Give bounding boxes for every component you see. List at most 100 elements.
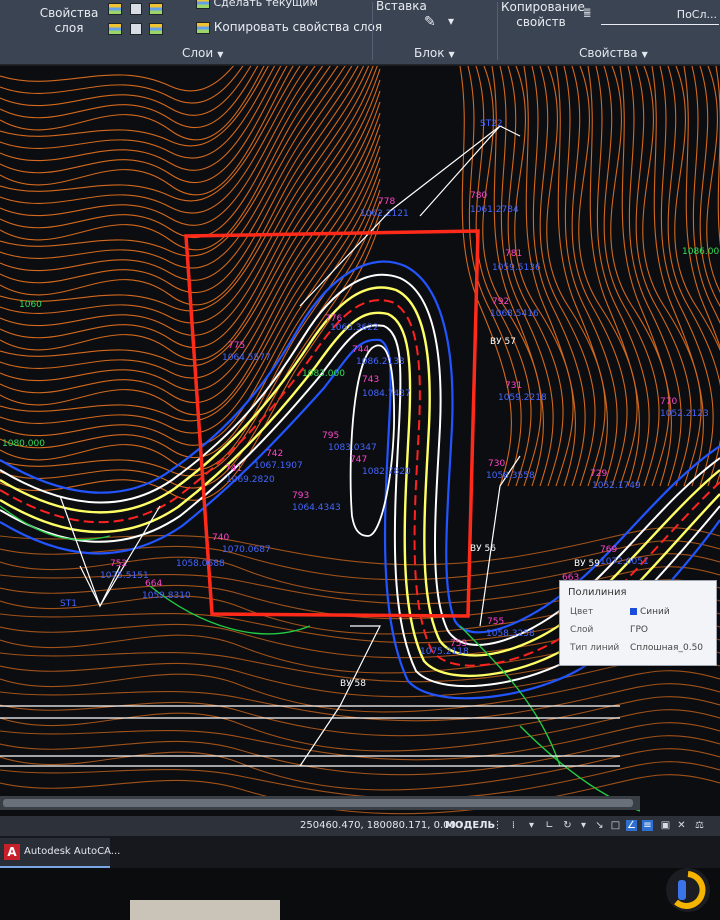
drawing-svg[interactable]: 7781062.21217801061.27847811059.51367761… [0, 66, 720, 816]
contour-line [546, 66, 606, 487]
isodraft-icon[interactable]: ↘ [594, 820, 605, 831]
contour-line [691, 66, 720, 324]
snap-icon[interactable]: ⁞ [508, 820, 519, 831]
contour-line [475, 66, 532, 487]
survey-point-label: 1058.3258 [486, 629, 535, 639]
horizontal-scrollbar[interactable] [0, 796, 640, 810]
properties-panel: Копирование свойств ≡ ≡ ПоСл... Свойства ▼ [499, 0, 720, 64]
survey-point-label: 729 [590, 469, 607, 479]
lineweight-icon[interactable]: ≡ [642, 820, 653, 831]
grid-icon[interactable]: ⋮ [492, 820, 503, 831]
contour-line [507, 66, 564, 487]
osnap-icon[interactable]: □ [610, 820, 621, 831]
transparency-icon[interactable]: ▣ [660, 820, 671, 831]
annotation-scale-icon[interactable]: ⚖ [694, 820, 705, 831]
layer-off-icon [149, 23, 163, 35]
survey-point-label: 1067.1907 [254, 461, 303, 471]
autocad-logo-icon: A [4, 844, 20, 860]
survey-point-label: 1052.1749 [592, 481, 641, 491]
contour-line [539, 66, 596, 487]
survey-point-label: 1080.000 [2, 439, 45, 449]
survey-point-label: 781 [505, 249, 522, 259]
properties-panel-footer[interactable]: Свойства ▼ [579, 46, 648, 60]
model-space-button[interactable]: МОДЕЛЬ [445, 820, 495, 831]
layer-tools-icons[interactable] [108, 2, 163, 15]
ribbon-divider [497, 2, 498, 60]
tooltip-value-layer: ГРО [630, 625, 648, 635]
block-panel-footer[interactable]: Блок ▼ [414, 46, 455, 60]
watermark-logo-icon [666, 868, 710, 912]
dropdown-icon[interactable]: ▾ [578, 820, 589, 831]
contour-line [0, 66, 269, 147]
linetype-value: ПоСл... [676, 8, 717, 21]
copy-layer-icon [196, 21, 210, 34]
survey-point-label: 1062.2121 [360, 209, 409, 219]
model-space-canvas[interactable]: 778 1062.2121 780 1061.2784 781 1059.5136 776 1… [0, 66, 720, 816]
cursor-coordinates: 250460.470, 180080.171, 0.000 [300, 820, 463, 831]
survey-point-label: 1086.2133 [356, 357, 405, 367]
layer-properties-button[interactable]: Свойства слоя [38, 6, 100, 36]
block-panel: Вставка ✎ ▾ Блок ▼ [374, 0, 496, 64]
survey-point-label: ST1 [60, 599, 77, 609]
monitor-stand [130, 900, 280, 920]
polar-icon[interactable]: ↻ [562, 820, 573, 831]
make-current-button[interactable]: Сделать текущим [196, 0, 318, 9]
ortho-icon[interactable]: ∟ [544, 820, 555, 831]
contour-line [571, 66, 628, 487]
layers-panel-footer[interactable]: Слои ▼ [182, 46, 223, 60]
survey-point-label: 1059.5136 [492, 263, 541, 273]
survey-point-label: 1060 [19, 300, 42, 310]
block-edit-icon[interactable]: ✎ [424, 14, 436, 30]
block-attr-icon[interactable]: ▾ [448, 14, 454, 28]
layer-iso-icon [129, 23, 142, 35]
survey-point-label: 780 [470, 191, 487, 201]
contour-line [514, 66, 574, 487]
scrollbar-thumb[interactable] [3, 799, 633, 807]
contour-line [0, 683, 720, 722]
insert-button[interactable]: Вставка [376, 0, 427, 13]
match-properties-button[interactable]: Копирование свойств [501, 0, 585, 30]
survey-point-label: 1059.2218 [498, 393, 547, 403]
contour-line [642, 66, 702, 487]
contour-line [499, 66, 554, 487]
survey-point-label: ВУ 59 [574, 559, 600, 569]
monitor-bezel [0, 868, 720, 920]
survey-point-label: 752 [110, 559, 127, 569]
contour-line [587, 66, 640, 487]
contour-line [635, 66, 692, 487]
taskbar-autocad-button[interactable]: A Autodesk AutoCA... [0, 838, 120, 868]
contour-line [0, 66, 339, 257]
copy-layer-properties-button[interactable]: Копировать свойства слоя [196, 20, 382, 34]
layer-tools-icons-row2[interactable] [108, 22, 163, 35]
survey-point-label: 744 [352, 345, 369, 355]
taskbar: A Autodesk AutoCA... [0, 836, 720, 868]
contour-line [555, 66, 608, 487]
tooltip-label: Тип линий [570, 643, 620, 653]
tooltip-value: Синий [640, 607, 670, 617]
dropdown-icon[interactable]: ▾ [526, 820, 537, 831]
survey-point-label: 778 [378, 197, 395, 207]
block-panel-title: Блок [414, 46, 445, 60]
survey-point-label: 1086.000 [682, 247, 720, 257]
survey-point-label: 1064.4343 [292, 503, 341, 513]
contour-line [610, 66, 670, 487]
properties-panel-title: Свойства [579, 46, 638, 60]
otrack-icon[interactable]: ∠ [626, 820, 637, 831]
layer-match-icon [108, 23, 122, 35]
contour-line [0, 66, 359, 293]
survey-point-label: 792 [492, 297, 509, 307]
lineweight-icon[interactable]: ≡ ≡ [583, 7, 591, 21]
contour-line [0, 222, 381, 501]
survey-point-label: 775 [228, 341, 245, 351]
survey-point-label: ВУ 58 [340, 679, 366, 689]
survey-point-label: 769 [600, 545, 617, 555]
selection-cycle-icon[interactable]: ✕ [676, 820, 687, 831]
survey-point-label: 742 [266, 449, 283, 459]
layers-panel-title: Слои [182, 46, 214, 60]
survey-point-label: 1082.7820 [362, 467, 411, 477]
contour-line [0, 66, 259, 128]
tooltip-value-linetype: Сплошная_0.50 [630, 643, 704, 653]
linetype-dropdown[interactable]: ПоСл... [601, 8, 719, 25]
status-bar: 250460.470, 180080.171, 0.000 МОДЕЛЬ ⋮ ⁞… [0, 816, 720, 836]
expand-arrow-icon: ▼ [217, 50, 224, 59]
